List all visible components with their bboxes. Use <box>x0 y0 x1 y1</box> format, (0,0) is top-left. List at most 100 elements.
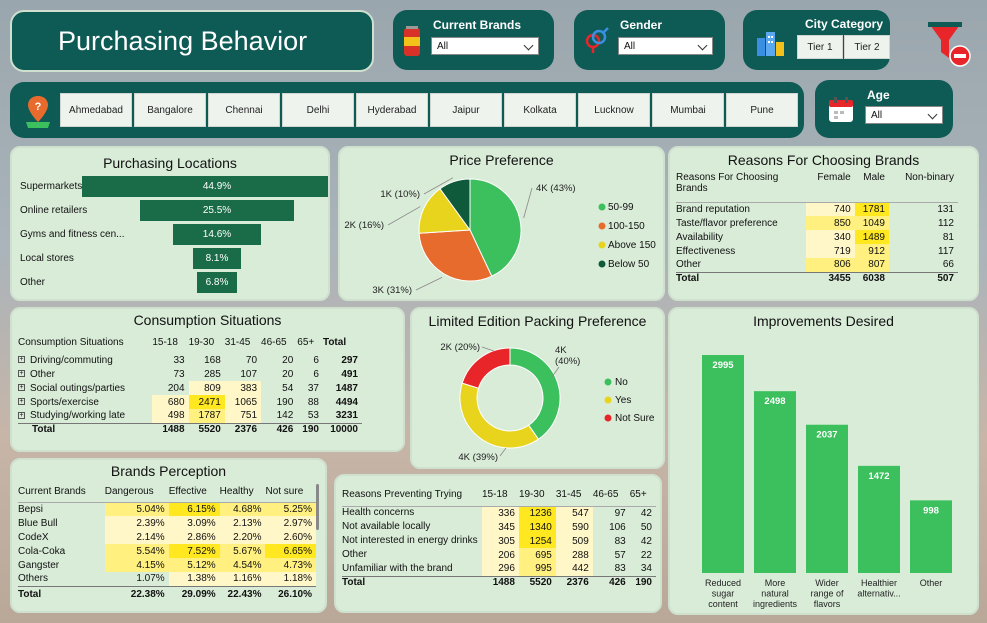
funnel-bar[interactable]: 44.9% <box>82 176 328 197</box>
table-row[interactable]: + Driving/commuting 33 168 70 20 6 297 <box>18 353 362 367</box>
legend-marker <box>598 222 606 230</box>
column-header[interactable]: 46-65 <box>261 331 297 353</box>
funnel-bar[interactable]: 8.1% <box>192 248 242 269</box>
reasons-preventing-card: Reasons Preventing Trying 15-18 19-30 31-45… <box>334 474 662 613</box>
donut-slice-yes[interactable] <box>459 382 540 449</box>
column-header[interactable]: 31-45 <box>225 331 261 353</box>
table-row[interactable]: + Studying/working late 498 1787 751 142 53 323… <box>18 409 362 423</box>
city-tile-ahmedabad[interactable]: Ahmedabad <box>60 93 132 127</box>
age-dropdown[interactable]: All <box>865 106 943 124</box>
city-tile-delhi[interactable]: Delhi <box>282 93 354 127</box>
table-cell: 751 <box>224 409 262 423</box>
table-row[interactable]: + Social outings/parties 204 809 383 54 37 1487 <box>18 381 362 395</box>
column-header[interactable]: 15-18 <box>152 331 188 353</box>
city-tile-kolkata[interactable]: Kolkata <box>504 93 576 127</box>
city-tile-chennai[interactable]: Chennai <box>208 93 280 127</box>
table-cell: 66 <box>942 259 954 271</box>
column-header[interactable]: Healthy <box>220 482 266 502</box>
tier-2-button[interactable]: Tier 2 <box>844 35 890 59</box>
tier-1-button[interactable]: Tier 1 <box>797 35 843 59</box>
table-cell: 345 <box>482 520 519 534</box>
age-label: Age <box>867 88 890 102</box>
table-cell: 107 <box>240 368 258 380</box>
donut-slice-no[interactable] <box>509 347 561 440</box>
column-header[interactable]: Total <box>323 331 362 353</box>
column-header[interactable]: Non-binary <box>889 172 958 202</box>
column-header[interactable]: Male <box>855 172 889 202</box>
bar[interactable] <box>702 355 744 573</box>
scrollbar[interactable] <box>316 484 319 530</box>
column-header[interactable]: 65+ <box>630 484 656 506</box>
total-cell: 426 <box>261 422 298 435</box>
column-header[interactable]: Consumption Situations <box>18 331 152 353</box>
row-label: + Other <box>18 367 152 381</box>
legend-marker <box>598 260 606 268</box>
limited-edition-card: Limited Edition Packing Preference 4K (40… <box>410 307 665 469</box>
brands-perception-scroll[interactable]: Current Brands Dangerous Effective Healthy N… <box>12 480 322 610</box>
column-header[interactable]: Reasons For Choosing Brands <box>676 172 806 202</box>
legend-marker <box>604 414 612 422</box>
table-cell: 680 <box>152 395 189 409</box>
city-slicer: ? Ahmedabad Bangalore Chennai Delhi Hyderaba… <box>10 82 804 138</box>
column-header[interactable]: 19-30 <box>519 484 556 506</box>
page-title: Purchasing Behavior <box>58 26 308 56</box>
legend-label: Not Sure <box>615 413 655 424</box>
city-tile-pune[interactable]: Pune <box>726 93 798 127</box>
row-label: Effectiveness <box>676 245 736 257</box>
row-label-text: Social outings/parties <box>30 382 126 394</box>
funnel-bar[interactable]: 14.6% <box>173 224 261 245</box>
table-cell: 442 <box>555 562 593 576</box>
column-header[interactable]: 15-18 <box>482 484 519 506</box>
city-tile-hyderabad[interactable]: Hyderabad <box>356 93 428 127</box>
column-header[interactable]: Female <box>806 172 855 202</box>
table-cell: 50 <box>640 521 652 533</box>
table-row: Gangster 4.15% 5.12% 4.54% 4.73% <box>18 558 316 572</box>
row-label: Not available locally <box>342 521 431 532</box>
donut-leader-line <box>481 346 495 352</box>
x-tick-label: natural <box>761 589 789 599</box>
table-row[interactable]: + Other 73 285 107 20 6 491 <box>18 367 362 381</box>
funnel-bar[interactable]: 6.8% <box>196 272 238 293</box>
column-header[interactable]: 31-45 <box>556 484 593 506</box>
expand-icon[interactable]: + <box>18 370 25 378</box>
column-header[interactable]: Current Brands <box>18 482 105 502</box>
column-header[interactable]: Not sure <box>265 482 316 502</box>
column-header[interactable]: 46-65 <box>593 484 630 506</box>
filter-clear-icon[interactable] <box>926 18 972 68</box>
x-tick-label: flavors <box>814 599 841 609</box>
total-cell: Total <box>676 271 806 284</box>
legend-marker <box>604 396 612 404</box>
expand-icon[interactable]: + <box>18 412 25 420</box>
column-header[interactable]: Reasons Preventing Trying <box>342 484 482 506</box>
donut-slice-not-sure[interactable] <box>461 347 511 389</box>
expand-icon[interactable]: + <box>18 398 25 406</box>
expand-icon[interactable]: + <box>18 384 25 392</box>
city-tile-lucknow[interactable]: Lucknow <box>578 93 650 127</box>
column-header[interactable]: 65+ <box>297 331 323 353</box>
table-cell: 1254 <box>518 534 556 548</box>
expand-icon[interactable]: + <box>18 356 25 364</box>
city-tile-bangalore[interactable]: Bangalore <box>134 93 206 127</box>
bar[interactable] <box>858 465 900 573</box>
legend-marker <box>598 203 606 211</box>
current-brands-dropdown[interactable]: All <box>431 37 539 55</box>
funnel-bar[interactable]: 25.5% <box>140 200 294 221</box>
city-tile-mumbai[interactable]: Mumbai <box>652 93 724 127</box>
gender-dropdown[interactable]: All <box>618 37 713 55</box>
bar[interactable] <box>806 424 848 573</box>
table-cell: 190 <box>276 396 294 408</box>
column-header[interactable]: Dangerous <box>105 482 169 502</box>
consumption-title: Consumption Situations <box>133 312 282 328</box>
total-cell: 26.10% <box>265 585 316 602</box>
table-row[interactable]: + Sports/exercise 680 2471 1065 190 88 4494 <box>18 395 362 409</box>
city-tile-jaipur[interactable]: Jaipur <box>430 93 502 127</box>
bar[interactable] <box>754 391 796 573</box>
legend-label: Above 150 <box>608 240 656 251</box>
table-row: Taste/flavor preference 850 1049 112 <box>676 216 958 230</box>
column-header[interactable]: Effective <box>169 482 220 502</box>
column-header[interactable]: 19-30 <box>189 331 225 353</box>
table-cell: 54 <box>282 382 294 394</box>
table-cell: 2.13% <box>219 516 266 530</box>
current-brands-label: Current Brands <box>433 18 522 32</box>
donut-data-label: 4K (39%) <box>458 452 498 463</box>
